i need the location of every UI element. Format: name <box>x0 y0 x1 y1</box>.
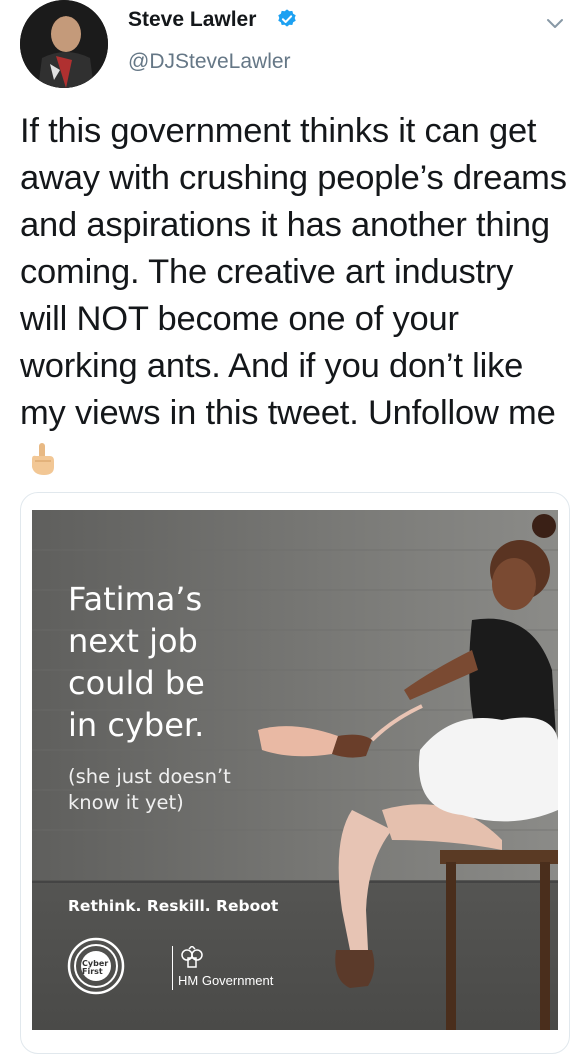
royal-crest-icon <box>181 946 203 968</box>
author-name[interactable]: Steve Lawler <box>128 8 256 32</box>
verified-badge-icon <box>278 9 296 27</box>
author-handle[interactable]: @DJSteveLawler <box>128 50 291 74</box>
tweet-text: If this government thinks it can get awa… <box>20 108 568 484</box>
tweet-header: Steve Lawler @DJSteveLawler <box>0 0 587 100</box>
ad-tagline: Rethink. Reskill. Reboot <box>68 897 279 915</box>
avatar[interactable] <box>20 0 108 88</box>
ad-subtext: (she just doesn’t know it yet) <box>68 765 231 814</box>
ad-image[interactable]: Fatima’s next job could be in cyber. (sh… <box>32 510 558 1030</box>
cyber-first-label: Cyber First <box>82 959 109 976</box>
gov-divider <box>172 946 173 990</box>
tweet-body: If this government thinks it can get awa… <box>20 112 567 432</box>
middle-finger-emoji-icon <box>32 443 54 475</box>
hm-government-label: HM Government <box>178 973 274 988</box>
ad-headline: Fatima’s next job could be in cyber. <box>68 580 205 744</box>
chevron-down-icon[interactable] <box>544 12 566 34</box>
